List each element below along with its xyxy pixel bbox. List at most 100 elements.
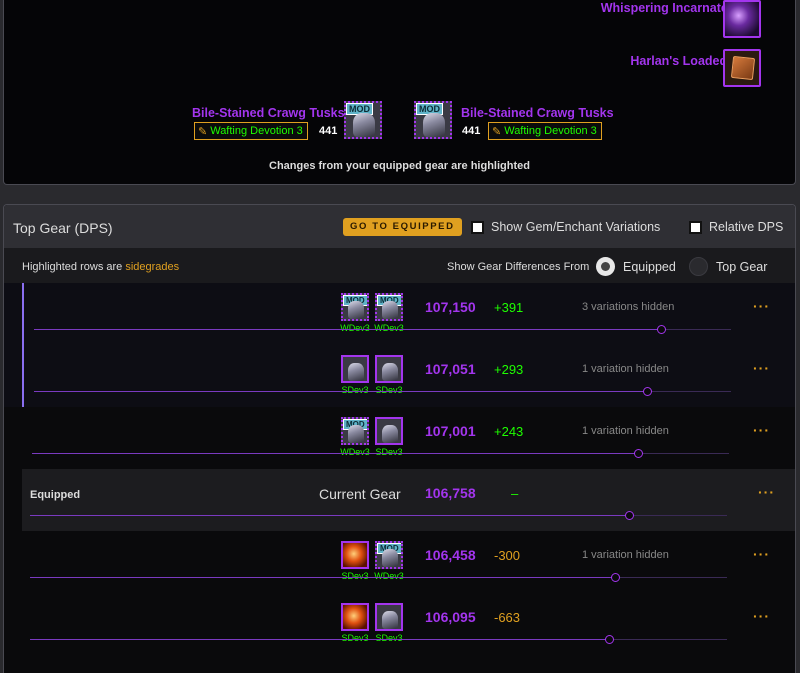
incarnate-icon[interactable]: [723, 0, 761, 38]
relative-dps-checkbox[interactable]: Relative DPS: [689, 220, 783, 234]
dps-knob: [611, 573, 621, 582]
diff-from-label: Show Gear Differences From: [447, 261, 590, 273]
variations-hidden[interactable]: 3 variations hidden: [582, 301, 674, 313]
trinket-slot-icon[interactable]: [375, 603, 403, 631]
more-options-button[interactable]: ···: [758, 484, 775, 500]
trinket-slot-icon[interactable]: [375, 417, 403, 445]
dps-fill: [30, 639, 609, 640]
top-gear-header: Top Gear (DPS) GO TO EQUIPPED Show Gem/E…: [4, 205, 795, 248]
radio-top-gear[interactable]: Top Gear: [689, 257, 767, 276]
trinket-slot-icon[interactable]: MOD: [341, 417, 369, 445]
more-options-button[interactable]: ···: [753, 608, 770, 624]
gear-set-row[interactable]: SDev3 SDev3 107,051 +293 1 variation hid…: [4, 345, 795, 407]
dps-track: [32, 449, 729, 458]
fire-trinket-icon[interactable]: [341, 541, 369, 569]
dps-fill: [30, 515, 630, 516]
gear-art: [348, 301, 364, 319]
checkbox-label: Relative DPS: [709, 220, 784, 234]
tusks-icon[interactable]: MOD: [414, 101, 452, 139]
top-gear-title: Top Gear (DPS): [13, 220, 113, 236]
gear-art: [348, 425, 364, 443]
dps-track: [34, 387, 731, 396]
trinket-slot-icon[interactable]: [341, 355, 369, 383]
enchant-short: WDev3: [340, 323, 370, 333]
top-gear-subheader: Highlighted rows are sidegrades Show Gea…: [4, 248, 795, 283]
dps-diff: –: [511, 486, 519, 501]
dps-value: 107,051: [425, 361, 476, 377]
sidegrade-highlight-bar: [22, 283, 24, 345]
equipped-gear-panel: Whispering Incarnate Icon 421 Harlan's L…: [3, 0, 796, 185]
gem-variations-checkbox[interactable]: Show Gem/Enchant Variations: [471, 220, 660, 234]
fire-trinket-icon[interactable]: [341, 603, 369, 631]
dps-track: [30, 635, 727, 644]
trinket-slot-icon[interactable]: MOD: [341, 293, 369, 321]
radio-dot-selected[interactable]: [596, 257, 615, 276]
tusk-name[interactable]: Bile-Stained Crawg Tusks: [461, 106, 614, 120]
enchant-short: WDev3: [374, 571, 404, 581]
quill-icon: ✎: [492, 125, 502, 138]
enchant-short: WDev3: [340, 447, 370, 457]
dps-knob: [643, 387, 653, 396]
variations-hidden[interactable]: 1 variation hidden: [582, 425, 669, 437]
enchant-short: SDev3: [375, 447, 403, 457]
radio-label: Equipped: [623, 259, 676, 274]
tusks-icon[interactable]: MOD: [344, 101, 382, 139]
dps-track: [30, 573, 727, 582]
sidegrades-word: sidegrades: [125, 261, 180, 273]
dps-diff: +243: [494, 424, 524, 439]
dps-value: 106,458: [425, 547, 476, 563]
variations-hidden[interactable]: 1 variation hidden: [582, 549, 669, 561]
checkbox-box[interactable]: [689, 220, 702, 234]
dps-knob: [604, 635, 614, 644]
dps-diff: +293: [494, 362, 524, 377]
more-options-button[interactable]: ···: [753, 546, 770, 562]
dps-fill: [32, 453, 639, 454]
top-gear-panel: Top Gear (DPS) GO TO EQUIPPED Show Gem/E…: [3, 204, 796, 673]
enchant-short: SDev3: [341, 385, 369, 395]
changes-note: Changes from your equipped gear are high…: [269, 160, 530, 172]
equipped-label: Equipped: [30, 489, 81, 501]
dice-icon[interactable]: [723, 49, 761, 87]
gear-art: [382, 611, 398, 629]
gear-set-row[interactable]: SDev3 MOD WDev3 106,458 -300 1 variation…: [4, 531, 795, 593]
dps-value: 107,001: [425, 423, 476, 439]
gear-set-row[interactable]: SDev3 SDev3 106,095 -663 ···: [4, 593, 795, 655]
dps-value: 106,095: [425, 609, 476, 625]
highlight-note: Highlighted rows are sidegrades: [22, 261, 179, 273]
gear-set-row[interactable]: MOD WDev3 MOD WDev3 107,150 +391 3 varia…: [4, 283, 795, 345]
gear-art: [382, 425, 398, 443]
gear-art: [382, 363, 398, 381]
dps-diff: +391: [494, 300, 524, 315]
tusk-ilvl: 441: [462, 125, 481, 137]
checkbox-label: Show Gem/Enchant Variations: [491, 220, 661, 234]
dps-fill: [30, 577, 616, 578]
dps-track: [30, 511, 727, 520]
trinket-slot-icon[interactable]: [375, 355, 403, 383]
trinket-slot-icon[interactable]: MOD: [375, 293, 403, 321]
go-to-equipped-button[interactable]: GO TO EQUIPPED: [343, 218, 462, 236]
equipped-row[interactable]: Equipped Current Gear 106,758 – ···: [22, 469, 795, 531]
highlight-prefix: Highlighted rows are: [22, 261, 126, 273]
radio-dot[interactable]: [689, 257, 708, 276]
enchant-short: SDev3: [341, 633, 369, 643]
dps-diff: -300: [494, 548, 521, 563]
enchant-tag: ✎ Wafting Devotion 3: [194, 122, 308, 140]
gear-art: [382, 301, 398, 319]
checkbox-box[interactable]: [471, 220, 484, 234]
radio-label: Top Gear: [716, 259, 768, 274]
quill-icon: ✎: [198, 125, 208, 138]
variations-hidden[interactable]: 1 variation hidden: [582, 363, 669, 375]
more-options-button[interactable]: ···: [753, 422, 770, 438]
gear-art: [348, 363, 364, 381]
more-options-button[interactable]: ···: [753, 298, 770, 314]
enchant-label: Wafting Devotion 3: [504, 125, 597, 137]
tusk-name[interactable]: Bile-Stained Crawg Tusks: [192, 106, 345, 120]
gear-set-row[interactable]: MOD WDev3 SDev3 107,001 +243 1 variation…: [4, 407, 795, 469]
trinket-slot-icon[interactable]: MOD: [375, 541, 403, 569]
tusk-ilvl: 441: [319, 125, 338, 137]
gear-art: [382, 549, 398, 567]
dice-cube: [730, 55, 756, 81]
radio-equipped[interactable]: Equipped: [596, 257, 676, 276]
more-options-button[interactable]: ···: [753, 360, 770, 376]
enchant-label: Wafting Devotion 3: [210, 125, 303, 137]
